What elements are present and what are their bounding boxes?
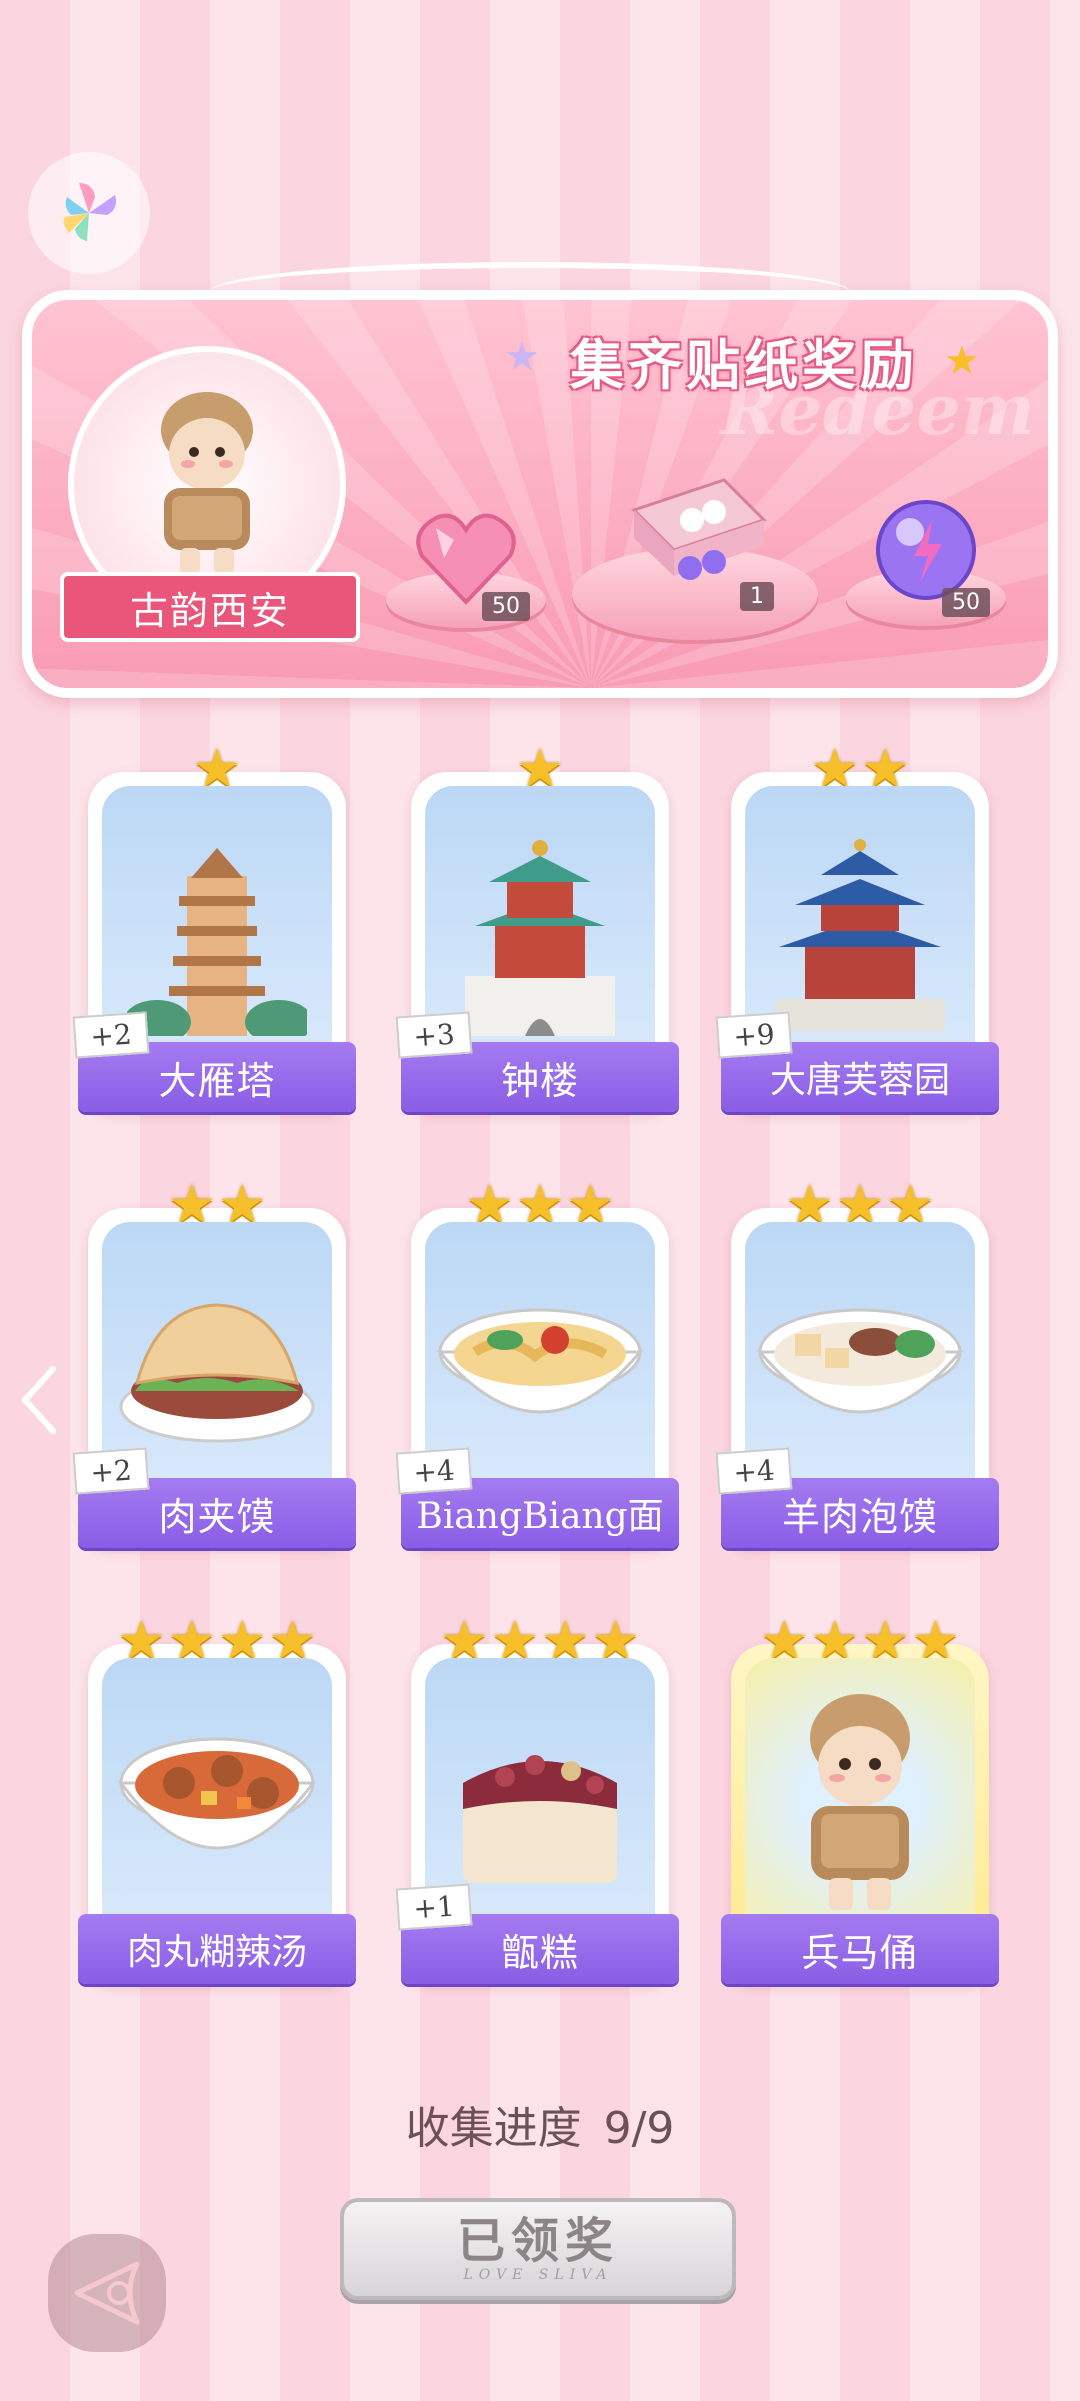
- sticker-card-label: 兵马俑: [721, 1914, 999, 1984]
- sticker-card-bingmayong[interactable]: ★ ★ ★ ★ 兵马俑: [721, 1614, 999, 1984]
- sticker-card-zhonglou[interactable]: ★ +3 钟楼: [395, 742, 679, 1112]
- reward-item-heart[interactable]: 50: [386, 510, 546, 640]
- previous-page-button[interactable]: [14, 1360, 64, 1440]
- back-arrow-icon: [74, 2261, 140, 2325]
- mutton-soup-icon: [756, 1308, 964, 1414]
- sticker-card-rouwanhulatang[interactable]: ★ ★ ★ ★ 肉丸糊辣汤: [78, 1614, 356, 1984]
- progress-value: 9/9: [603, 2103, 675, 2154]
- collection-progress: 收集进度 9/9: [0, 2092, 1080, 2156]
- bell-tower-icon: [465, 840, 615, 1036]
- claimed-button-subtext: LOVE SLIVA: [463, 2267, 613, 2283]
- reward-panel-title: 集齐贴纸奖励: [570, 332, 918, 397]
- duplicate-count-tag: +1: [395, 1883, 473, 1931]
- meatball-soup-icon: [118, 1737, 316, 1850]
- duplicate-count-tag: +4: [395, 1447, 473, 1495]
- back-button[interactable]: [48, 2234, 166, 2352]
- avatar-label: 古韵西安: [60, 572, 360, 642]
- duplicate-count-tag: +2: [72, 1011, 150, 1059]
- duplicate-count-tag: +9: [715, 1011, 793, 1059]
- app-logo-button[interactable]: [28, 152, 150, 274]
- noodles-icon: [436, 1308, 644, 1414]
- star-sparkle-icon: ★: [944, 338, 980, 384]
- sticker-image: [102, 1658, 332, 1948]
- terracotta-warrior-icon: [161, 392, 253, 574]
- pavilion-icon: [775, 839, 945, 1031]
- sticker-card-roujiamo[interactable]: ★ ★ +2 肉夹馍: [72, 1178, 356, 1548]
- sticker-card-datangfurongyuan[interactable]: ★ ★ +9 大唐芙蓉园: [715, 742, 999, 1112]
- sticker-card-dayanta[interactable]: ★ +2 大雁塔: [72, 742, 356, 1112]
- sticker-card-label: 肉丸糊辣汤: [78, 1914, 356, 1984]
- duplicate-count-tag: +2: [72, 1447, 150, 1495]
- chevron-left-icon: [20, 1366, 56, 1434]
- purple-energy-orb-icon: [876, 500, 976, 600]
- reward-item-orb[interactable]: 50: [846, 498, 1006, 638]
- reward-count: 1: [740, 582, 774, 611]
- zenggao-cake-icon: [463, 1755, 617, 1883]
- sticker-image: [745, 1658, 975, 1948]
- terracotta-warrior-icon: [810, 1694, 910, 1910]
- progress-label: 收集进度: [405, 2103, 582, 2154]
- sticker-card-zenggao[interactable]: ★ ★ ★ ★ +1 甑糕: [395, 1614, 679, 1984]
- sticker-card-yangroupaomo[interactable]: ★ ★ ★ +4 羊肉泡馍: [715, 1178, 999, 1548]
- pagoda-icon: [127, 848, 307, 1036]
- claimed-button[interactable]: 已领奖 LOVE SLIVA: [340, 2198, 736, 2300]
- claimed-button-label: 已领奖: [456, 2213, 619, 2269]
- star-sparkle-icon: ★: [504, 334, 540, 380]
- roujiamo-icon: [119, 1303, 315, 1443]
- reward-count: 50: [942, 588, 990, 617]
- sticker-card-biangbiang[interactable]: ★ ★ ★ +4 BiangBiang面: [395, 1178, 679, 1548]
- reward-count: 50: [482, 592, 530, 621]
- reward-item-gift[interactable]: 1: [572, 460, 818, 650]
- gift-box-icon: [631, 478, 767, 580]
- duplicate-count-tag: +4: [715, 1447, 793, 1495]
- duplicate-count-tag: +3: [395, 1011, 473, 1059]
- app-logo-icon: [63, 183, 116, 241]
